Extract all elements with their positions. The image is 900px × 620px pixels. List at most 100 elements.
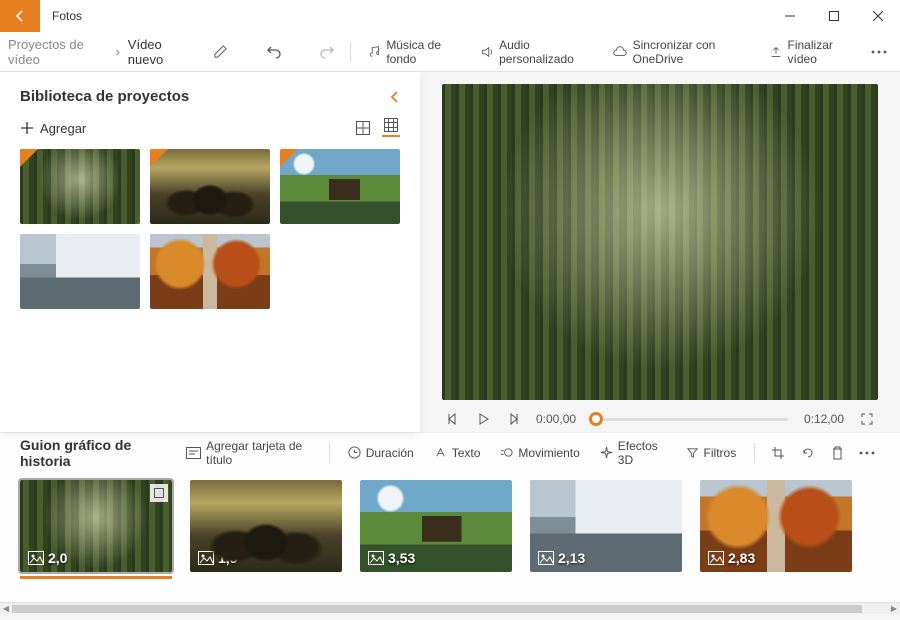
music-icon: [367, 45, 381, 59]
storyboard-clips[interactable]: 2,0 1,5 3,53 2,13 2,83: [0, 472, 900, 602]
finish-video-button[interactable]: Finalizar vídeo: [763, 34, 862, 70]
app-title: Fotos: [40, 9, 82, 23]
filters-label: Filtros: [704, 446, 737, 460]
scrollbar-thumb[interactable]: [12, 605, 862, 613]
total-time: 0:12,00: [804, 412, 844, 426]
horizontal-scrollbar[interactable]: ◀ ▶: [0, 602, 900, 614]
clock-icon: [348, 446, 361, 459]
3d-effects-button[interactable]: Efectos 3D: [592, 435, 674, 471]
title-card-icon: [186, 447, 201, 459]
library-thumb[interactable]: [20, 234, 140, 309]
custom-audio-label: Audio personalizado: [499, 38, 596, 66]
close-button[interactable]: [856, 0, 900, 32]
image-icon: [708, 551, 724, 565]
slider-knob[interactable]: [589, 412, 603, 426]
cloud-icon: [612, 45, 628, 59]
text-label: Texto: [452, 446, 481, 460]
storyboard-clip[interactable]: 1,5: [190, 480, 342, 572]
redo-button[interactable]: [313, 37, 340, 67]
image-icon: [538, 551, 554, 565]
add-title-card-label: Agregar tarjeta de título: [206, 439, 311, 467]
maximize-button[interactable]: [812, 0, 856, 32]
breadcrumb-root[interactable]: Proyectos de vídeo: [8, 37, 107, 67]
view-small-grid-button[interactable]: [382, 119, 400, 137]
used-marker-icon: [150, 149, 168, 167]
prev-frame-button[interactable]: [446, 412, 460, 426]
export-icon: [769, 45, 783, 59]
minimize-button[interactable]: [768, 0, 812, 32]
duration-label: Duración: [366, 446, 414, 460]
crop-button[interactable]: [765, 438, 791, 468]
clip-duration: 2,0: [28, 550, 67, 566]
resize-handle-icon[interactable]: [150, 484, 168, 502]
chevron-right-icon: ›: [115, 44, 119, 59]
used-marker-icon: [280, 149, 298, 167]
bg-music-button[interactable]: Música de fondo: [361, 34, 470, 70]
titlebar: Fotos: [0, 0, 900, 32]
library-thumbnails: [20, 149, 400, 309]
clip-duration: 2,13: [538, 550, 585, 566]
filter-icon: [686, 446, 699, 459]
text-button[interactable]: Texto: [426, 442, 489, 464]
finish-label: Finalizar vídeo: [788, 38, 856, 66]
3d-effects-label: Efectos 3D: [618, 439, 666, 467]
playback-controls: 0:00,00 0:12,00: [442, 400, 878, 426]
next-frame-button[interactable]: [506, 412, 520, 426]
fullscreen-button[interactable]: [860, 412, 874, 426]
sync-onedrive-button[interactable]: Sincronizar con OneDrive: [606, 34, 759, 70]
main-area: Biblioteca de proyectos Agregar: [0, 72, 900, 432]
library-title: Biblioteca de proyectos: [20, 88, 189, 105]
library-thumb[interactable]: [150, 149, 270, 224]
clip-duration: 3,53: [368, 550, 415, 566]
sparkle-icon: [600, 446, 613, 459]
rotate-button[interactable]: [795, 438, 821, 468]
add-media-button[interactable]: Agregar: [20, 121, 86, 136]
motion-button[interactable]: Movimiento: [492, 442, 587, 464]
filters-button[interactable]: Filtros: [678, 442, 745, 464]
library-panel: Biblioteca de proyectos Agregar: [0, 72, 420, 432]
storyboard-clip[interactable]: 2,13: [530, 480, 682, 572]
clip-thumbnail: 1,5: [190, 480, 342, 572]
storyboard-clip[interactable]: 3,53: [360, 480, 512, 572]
window-controls: [768, 0, 900, 32]
more-button[interactable]: [865, 37, 892, 67]
breadcrumb: Proyectos de vídeo › Vídeo nuevo: [8, 37, 193, 67]
storyboard-clip[interactable]: 2,83: [700, 480, 852, 572]
audio-icon: [480, 45, 494, 59]
edit-icon[interactable]: [207, 37, 234, 67]
clip-selection-underline: [20, 576, 172, 579]
motion-icon: [500, 446, 513, 459]
library-thumb[interactable]: [280, 149, 400, 224]
add-title-card-button[interactable]: Agregar tarjeta de título: [178, 435, 319, 471]
storyboard-more-button[interactable]: [854, 438, 880, 468]
scroll-left-button[interactable]: ◀: [0, 604, 12, 613]
image-icon: [368, 551, 384, 565]
toolbar: Proyectos de vídeo › Vídeo nuevo Música …: [0, 32, 900, 72]
storyboard-toolbar: Guion gráfico de historia Agregar tarjet…: [0, 432, 900, 472]
sync-label: Sincronizar con OneDrive: [633, 38, 753, 66]
duration-button[interactable]: Duración: [340, 442, 422, 464]
scroll-right-button[interactable]: ▶: [888, 604, 900, 613]
custom-audio-button[interactable]: Audio personalizado: [474, 34, 602, 70]
undo-button[interactable]: [260, 37, 287, 67]
breadcrumb-current[interactable]: Vídeo nuevo: [128, 37, 193, 75]
play-button[interactable]: [476, 412, 490, 426]
current-time: 0:00,00: [536, 412, 576, 426]
preview-image[interactable]: [442, 84, 878, 400]
back-button[interactable]: [0, 0, 40, 32]
add-label: Agregar: [40, 121, 86, 136]
library-thumb[interactable]: [150, 234, 270, 309]
clip-thumbnail: 2,13: [530, 480, 682, 572]
clip-duration: 2,83: [708, 550, 755, 566]
clip-thumbnail: 3,53: [360, 480, 512, 572]
motion-label: Movimiento: [518, 446, 579, 460]
used-marker-icon: [20, 149, 38, 167]
storyboard-clip[interactable]: 2,0: [20, 480, 172, 579]
collapse-library-button[interactable]: [388, 90, 400, 104]
bg-music-label: Música de fondo: [386, 38, 464, 66]
plus-icon: [20, 121, 34, 135]
library-thumb[interactable]: [20, 149, 140, 224]
delete-button[interactable]: [825, 438, 851, 468]
timeline-slider[interactable]: [592, 418, 788, 421]
view-large-grid-button[interactable]: [354, 119, 372, 137]
